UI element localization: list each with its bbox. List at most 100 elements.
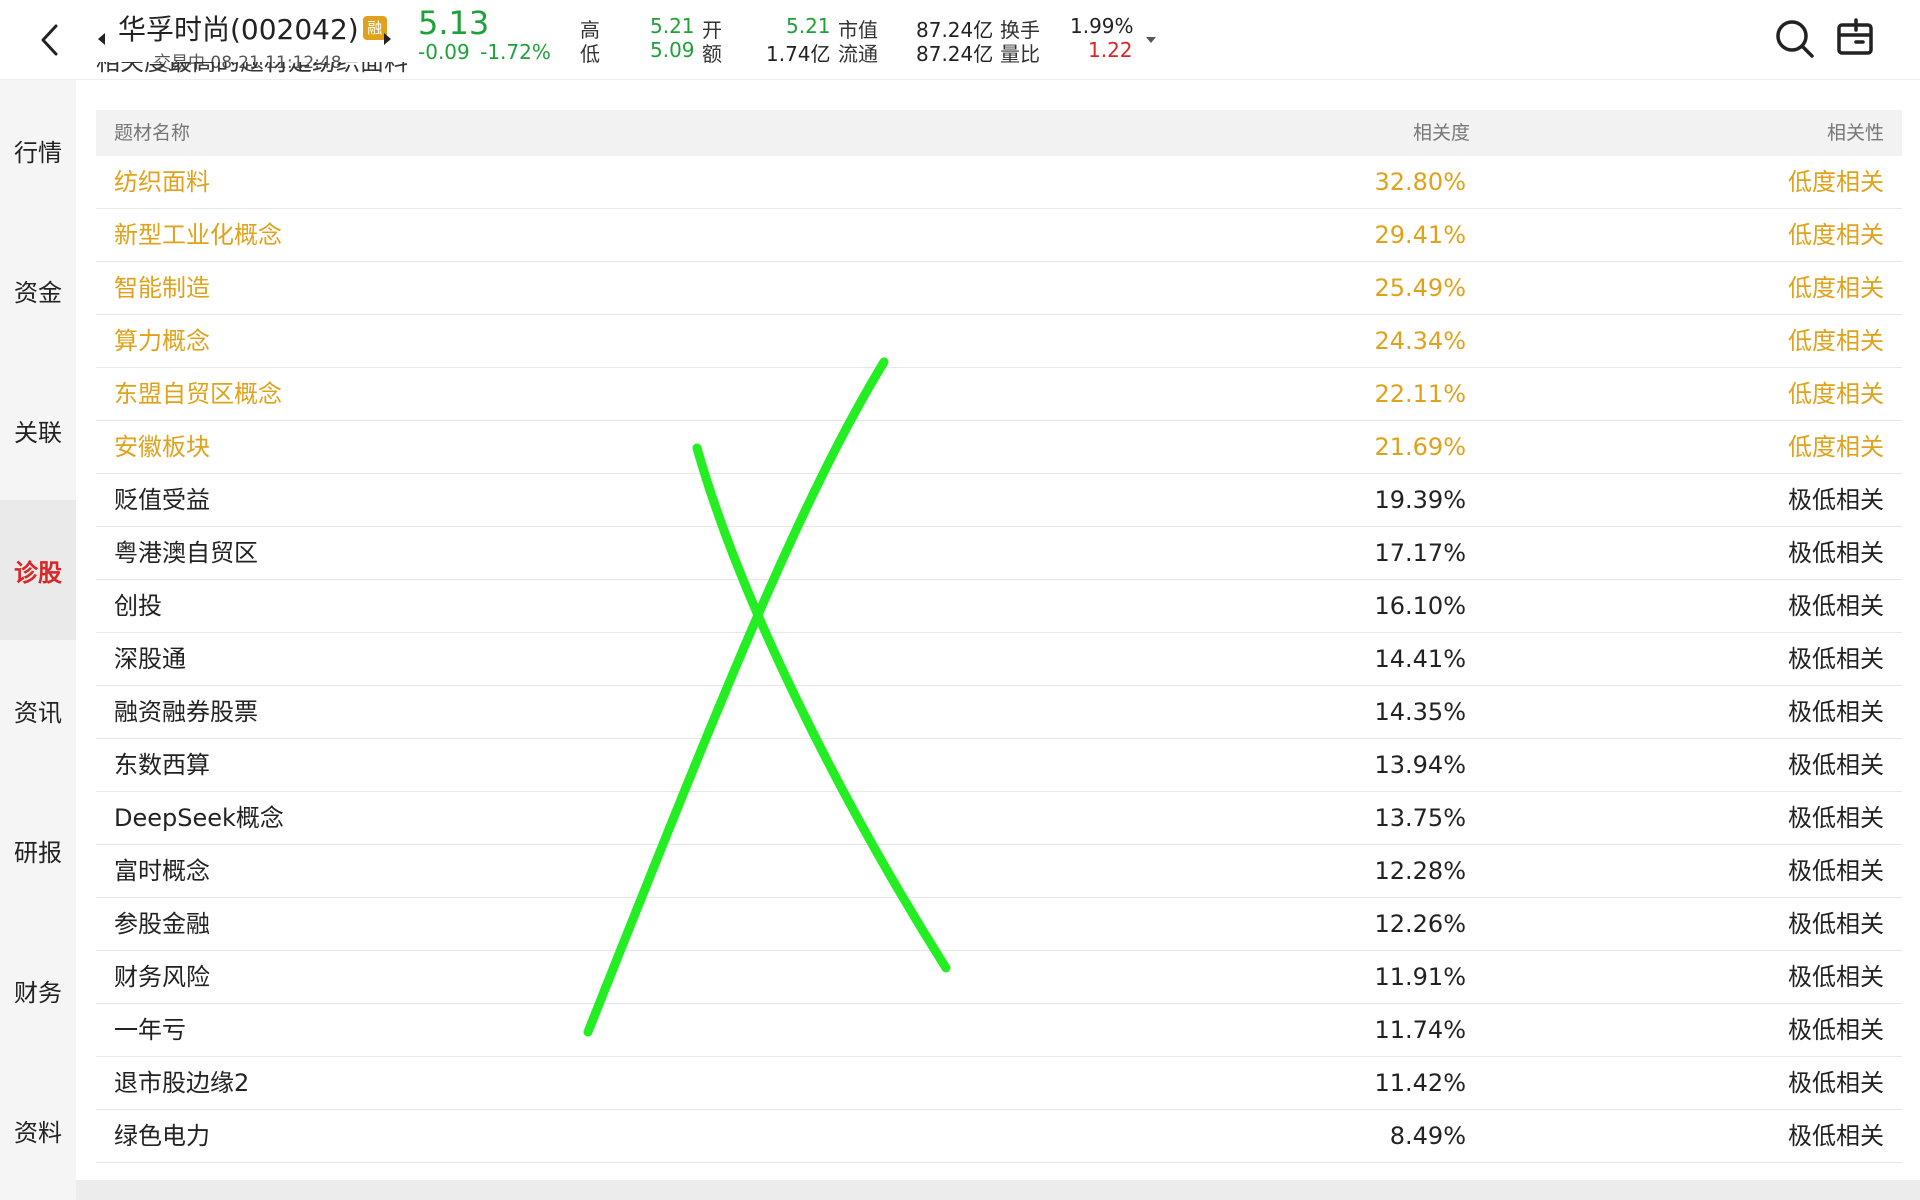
header-correlation-level: 相关性 <box>1826 122 1884 144</box>
table-row[interactable]: 纺织面料 32.80% 低度相关 <box>96 156 1902 209</box>
theme-correlation-table: 题材名称 相关度 相关性 纺织面料 32.80% 低度相关 新型工业化概念 29.41%… <box>96 110 1902 1163</box>
table-row[interactable]: 参股金融 12.26% 极低相关 <box>96 898 1902 951</box>
correlation-level-cell: 极低相关 <box>1788 592 1884 620</box>
theme-name-cell: DeepSeek概念 <box>114 804 284 832</box>
theme-name-cell: 粤港澳自贸区 <box>114 539 258 567</box>
table-row[interactable]: 创投 16.10% 极低相关 <box>96 580 1902 633</box>
turnover-value: 1.99% <box>1070 14 1134 38</box>
correlation-degree-cell: 21.69% <box>1374 433 1466 461</box>
float-cap-label: 流通 <box>838 42 878 66</box>
dropdown-caret-icon[interactable] <box>1146 37 1156 43</box>
table-row[interactable]: 东盟自贸区概念 22.11% 低度相关 <box>96 368 1902 421</box>
table-row[interactable]: 贬值受益 19.39% 极低相关 <box>96 474 1902 527</box>
volume-ratio-value: 1.22 <box>1088 38 1133 62</box>
sidebar-item-2[interactable]: 关联 <box>0 360 76 500</box>
sidebar-item-label: 资料 <box>14 1118 62 1147</box>
low-value: 5.09 <box>650 38 695 62</box>
table-row[interactable]: 退市股边缘2 11.42% 极低相关 <box>96 1057 1902 1110</box>
correlation-degree-cell: 12.28% <box>1374 857 1466 885</box>
table-row[interactable]: DeepSeek概念 13.75% 极低相关 <box>96 792 1902 845</box>
correlation-degree-cell: 13.94% <box>1374 751 1466 779</box>
table-row[interactable]: 智能制造 25.49% 低度相关 <box>96 262 1902 315</box>
theme-name-cell: 新型工业化概念 <box>114 221 282 249</box>
sidebar-item-label: 关联 <box>14 418 62 447</box>
theme-name-cell: 算力概念 <box>114 327 210 355</box>
back-arrow-icon <box>41 24 58 56</box>
sidebar-item-label: 行情 <box>14 138 62 167</box>
correlation-degree-cell: 32.80% <box>1374 168 1466 196</box>
table-row[interactable]: 东数西算 13.94% 极低相关 <box>96 739 1902 792</box>
theme-name-cell: 安徽板块 <box>114 433 210 461</box>
correlation-level-cell: 极低相关 <box>1788 751 1884 779</box>
correlation-level-cell: 极低相关 <box>1788 804 1884 832</box>
theme-name-cell: 一年亏 <box>114 1016 186 1044</box>
next-stock-icon[interactable] <box>384 33 391 45</box>
window-button[interactable] <box>1834 16 1880 62</box>
table-header: 题材名称 相关度 相关性 <box>96 110 1902 156</box>
prev-stock-icon[interactable] <box>98 33 105 45</box>
header-correlation-degree: 相关度 <box>1412 122 1470 144</box>
stock-name-text: 华孚时尚(002042) <box>118 13 359 46</box>
correlation-level-cell: 低度相关 <box>1788 380 1884 408</box>
sidebar-item-label: 资金 <box>14 278 62 307</box>
sidebar-item-3[interactable]: 诊股 <box>0 500 76 640</box>
correlation-degree-cell: 8.49% <box>1389 1122 1466 1150</box>
search-button[interactable] <box>1772 16 1818 62</box>
sidebar-item-5[interactable]: 研报 <box>0 780 76 920</box>
correlation-degree-cell: 29.41% <box>1374 221 1466 249</box>
correlation-degree-cell: 17.17% <box>1374 539 1466 567</box>
high-value: 5.21 <box>650 14 695 38</box>
correlation-level-cell: 极低相关 <box>1788 857 1884 885</box>
table-row[interactable]: 粤港澳自贸区 17.17% 极低相关 <box>96 527 1902 580</box>
sidebar-item-4[interactable]: 资讯 <box>0 640 76 780</box>
correlation-degree-cell: 24.34% <box>1374 327 1466 355</box>
window-icon <box>1837 18 1873 55</box>
theme-name-cell: 财务风险 <box>114 963 210 991</box>
correlation-degree-cell: 13.75% <box>1374 804 1466 832</box>
theme-name-cell: 融资融券股票 <box>114 698 258 726</box>
correlation-level-cell: 极低相关 <box>1788 486 1884 514</box>
correlation-level-cell: 低度相关 <box>1788 221 1884 249</box>
table-row[interactable]: 算力概念 24.34% 低度相关 <box>96 315 1902 368</box>
correlation-level-cell: 低度相关 <box>1788 274 1884 302</box>
table-row[interactable]: 深股通 14.41% 极低相关 <box>96 633 1902 686</box>
correlation-degree-cell: 19.39% <box>1374 486 1466 514</box>
correlation-level-cell: 极低相关 <box>1788 1016 1884 1044</box>
table-row[interactable]: 安徽板块 21.69% 低度相关 <box>96 421 1902 474</box>
table-row[interactable]: 绿色电力 8.49% 极低相关 <box>96 1110 1902 1163</box>
theme-name-cell: 纺织面料 <box>114 168 210 196</box>
sidebar-item-0[interactable]: 行情 <box>0 80 76 220</box>
sidebar-item-6[interactable]: 财务 <box>0 920 76 1060</box>
correlation-degree-cell: 16.10% <box>1374 592 1466 620</box>
current-price: 5.13 <box>418 4 490 42</box>
table-row[interactable]: 融资融券股票 14.35% 极低相关 <box>96 686 1902 739</box>
price-change: -0.09 -1.72% <box>418 40 551 64</box>
theme-name-cell: 参股金融 <box>114 910 210 938</box>
table-row[interactable]: 一年亏 11.74% 极低相关 <box>96 1004 1902 1057</box>
correlation-degree-cell: 14.41% <box>1374 645 1466 673</box>
correlation-level-cell: 低度相关 <box>1788 433 1884 461</box>
table-row[interactable]: 新型工业化概念 29.41% 低度相关 <box>96 209 1902 262</box>
sidebar: 行情资金关联诊股 资讯研报财务资料 <box>0 80 76 1200</box>
correlation-degree-cell: 11.91% <box>1374 963 1466 991</box>
correlation-level-cell: 极低相关 <box>1788 698 1884 726</box>
back-button[interactable] <box>30 20 70 60</box>
open-value: 5.21 <box>786 14 831 38</box>
theme-name-cell: 创投 <box>114 592 162 620</box>
table-body: 纺织面料 32.80% 低度相关 新型工业化概念 29.41% 低度相关 智能制造 25.49… <box>96 156 1902 1163</box>
search-icon <box>1776 20 1814 58</box>
correlation-degree-cell: 11.74% <box>1374 1016 1466 1044</box>
float-cap-value: 87.24亿 <box>916 42 994 66</box>
correlation-level-cell: 低度相关 <box>1788 168 1884 196</box>
correlation-degree-cell: 25.49% <box>1374 274 1466 302</box>
correlation-degree-cell: 22.11% <box>1374 380 1466 408</box>
table-row[interactable]: 财务风险 11.91% 极低相关 <box>96 951 1902 1004</box>
theme-name-cell: 深股通 <box>114 645 186 673</box>
sidebar-item-label: 财务 <box>14 978 62 1007</box>
table-row[interactable]: 富时概念 12.28% 极低相关 <box>96 845 1902 898</box>
sidebar-item-7[interactable]: 资料 <box>0 1060 76 1200</box>
low-label: 低 <box>580 42 600 66</box>
theme-name-cell: 智能制造 <box>114 274 210 302</box>
sidebar-item-label: 研报 <box>14 838 62 867</box>
sidebar-item-1[interactable]: 资金 <box>0 220 76 360</box>
